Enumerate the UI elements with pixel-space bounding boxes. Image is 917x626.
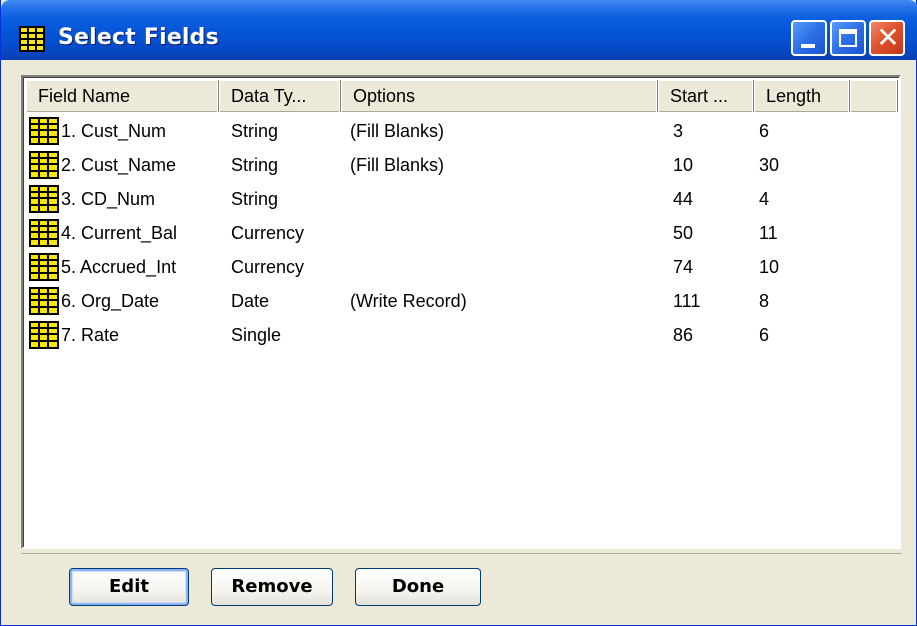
field-grid-icon <box>29 117 59 145</box>
field-grid-icon <box>29 151 59 179</box>
start: 86 <box>673 325 694 345</box>
table-row[interactable]: 5. Accrued_Int Currency 74 10 <box>26 250 898 284</box>
column-header-field-name[interactable]: Field Name <box>26 80 219 112</box>
start: 10 <box>673 155 694 175</box>
data-type: String <box>231 189 279 209</box>
field-grid-icon <box>29 287 59 315</box>
length: 8 <box>759 291 770 311</box>
button-bar: Edit Remove Done <box>21 553 901 615</box>
field-grid-icon <box>29 185 59 213</box>
field-grid-icon <box>29 253 59 281</box>
field-name: 3. CD_Num <box>61 189 156 209</box>
window-title: Select Fields <box>58 25 219 50</box>
edit-button[interactable]: Edit <box>69 568 189 606</box>
remove-button[interactable]: Remove <box>211 568 333 606</box>
field-name: 5. Accrued_Int <box>61 257 177 277</box>
data-type: String <box>231 155 279 175</box>
table-grid-icon <box>19 26 45 52</box>
options: (Fill Blanks) <box>350 155 445 175</box>
field-name: 2. Cust_Name <box>61 155 177 175</box>
start: 111 <box>673 291 701 311</box>
table-row[interactable]: 4. Current_Bal Currency 50 11 <box>26 216 898 250</box>
start: 3 <box>673 121 684 141</box>
table-row[interactable]: 3. CD_Num String 44 4 <box>26 182 898 216</box>
start: 44 <box>673 189 694 209</box>
table-row[interactable]: 6. Org_Date Date (Write Record) 111 8 <box>26 284 898 318</box>
close-button[interactable]: ✕ <box>869 20 905 56</box>
options: (Fill Blanks) <box>350 121 445 141</box>
table-row[interactable]: 7. Rate Single 86 6 <box>26 318 898 352</box>
column-header-start[interactable]: Start ... <box>658 80 754 112</box>
table-row[interactable]: 1. Cust_Num String (Fill Blanks) 3 6 <box>26 114 898 148</box>
field-name: 1. Cust_Num <box>61 121 167 141</box>
list-header: Field Name Data Ty... Options Start ... … <box>26 80 898 112</box>
select-fields-window: Select Fields ✕ Field Name Data Ty... Op… <box>0 0 917 626</box>
field-name: 6. Org_Date <box>61 291 160 311</box>
fields-list-view[interactable]: Field Name Data Ty... Options Start ... … <box>21 75 901 549</box>
field-name: 7. Rate <box>61 325 120 345</box>
data-type: Date <box>231 291 270 311</box>
maximize-icon <box>839 29 857 47</box>
length: 4 <box>759 189 770 209</box>
length: 6 <box>759 121 770 141</box>
start: 50 <box>673 223 694 243</box>
start: 74 <box>673 257 694 277</box>
done-button[interactable]: Done <box>355 568 481 606</box>
minimize-button[interactable] <box>791 20 827 56</box>
close-icon: ✕ <box>876 21 900 54</box>
field-grid-icon <box>29 321 59 349</box>
maximize-button[interactable] <box>830 20 866 56</box>
length: 11 <box>759 223 778 243</box>
column-header-length[interactable]: Length <box>754 80 850 112</box>
length: 6 <box>759 325 770 345</box>
options: (Write Record) <box>350 291 467 311</box>
data-type: Single <box>231 325 282 345</box>
title-bar[interactable]: Select Fields ✕ <box>1 0 917 60</box>
column-header-filler <box>850 80 898 112</box>
table-row[interactable]: 2. Cust_Name String (Fill Blanks) 10 30 <box>26 148 898 182</box>
data-type: Currency <box>231 223 305 243</box>
field-grid-icon <box>29 219 59 247</box>
field-name: 4. Current_Bal <box>61 223 178 243</box>
column-header-data-type[interactable]: Data Ty... <box>219 80 341 112</box>
minimize-icon <box>801 44 815 48</box>
data-type: Currency <box>231 257 305 277</box>
data-type: String <box>231 121 279 141</box>
length: 10 <box>759 257 780 277</box>
column-header-options[interactable]: Options <box>341 80 658 112</box>
length: 30 <box>759 155 780 175</box>
